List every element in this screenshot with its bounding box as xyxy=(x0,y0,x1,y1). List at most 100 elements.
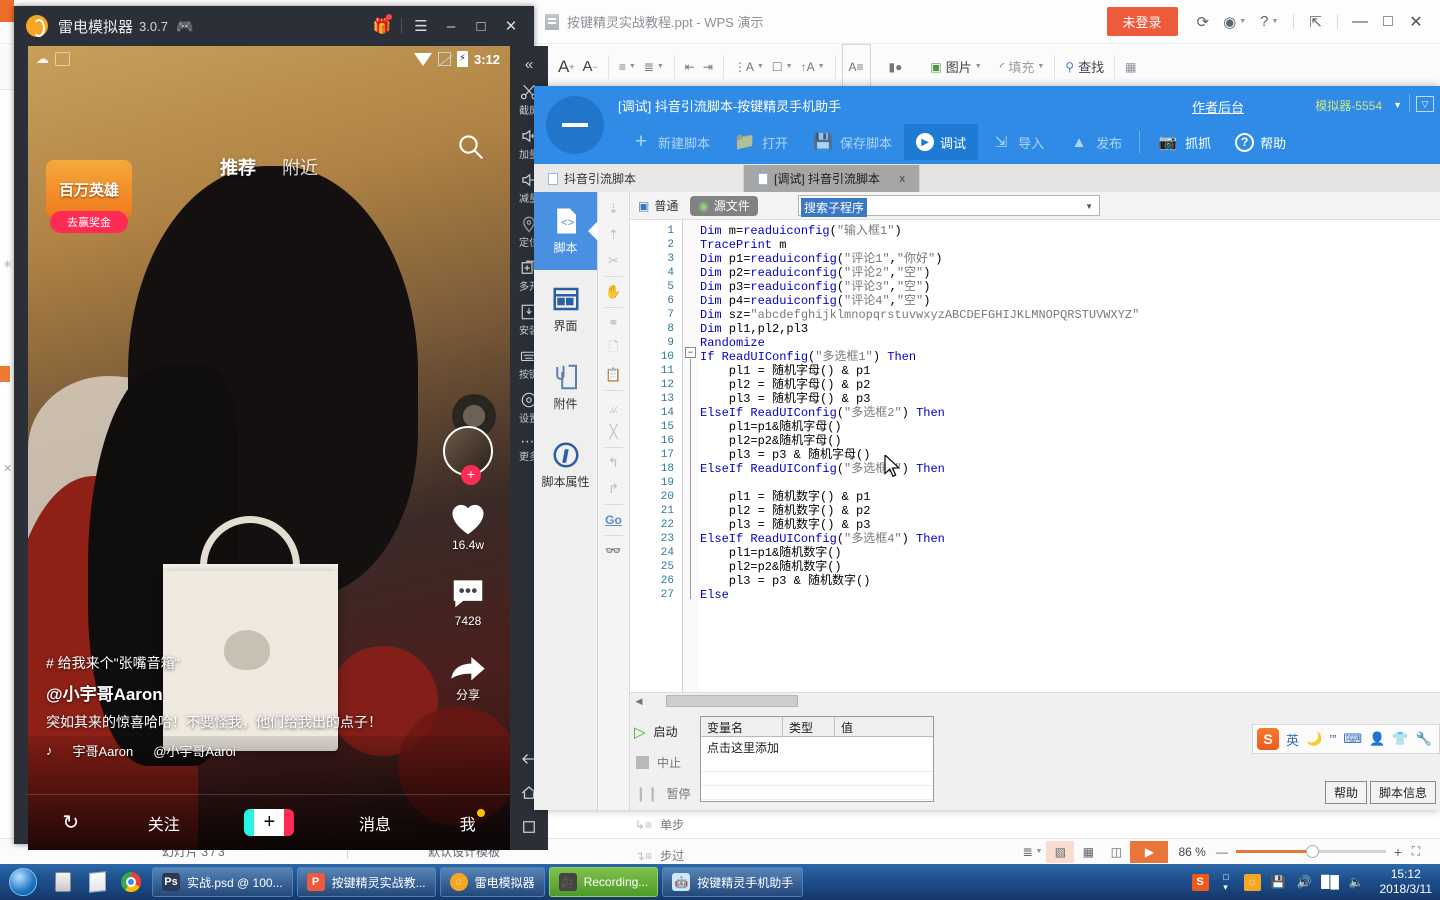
code-line[interactable]: 6 Dim p4=readuiconfig("评论4","空") xyxy=(630,294,1440,308)
chevron-down-icon[interactable]: ▼ xyxy=(1085,202,1093,211)
android-recents-button[interactable] xyxy=(510,812,548,850)
debug-step-into-button[interactable]: ↳≡ 单步 xyxy=(630,809,700,840)
tab-recommend[interactable]: 推荐 xyxy=(220,154,256,180)
shape-fill-button[interactable]: ▮● xyxy=(885,44,907,90)
share-button[interactable]: 分享 xyxy=(448,650,488,703)
zoom-out-button[interactable]: — xyxy=(1216,845,1228,859)
sidebar-item-script-properties[interactable]: i 脚本属性 xyxy=(534,426,597,504)
view-tab-source[interactable]: ◉ 源文件 xyxy=(690,195,758,216)
author-backend-link[interactable]: 作者后台 xyxy=(1192,97,1244,116)
font-grow-button[interactable]: A + xyxy=(554,44,579,90)
zoom-slider-knob[interactable] xyxy=(1305,845,1319,858)
code-line[interactable]: 15 pl1=p1&随机字母() xyxy=(630,420,1440,434)
nav-follow[interactable]: 关注 xyxy=(148,811,180,835)
menu-icon[interactable] xyxy=(546,96,604,154)
uncomment-icon[interactable]: ╳ xyxy=(602,420,626,444)
login-button[interactable]: 未登录 xyxy=(1106,7,1178,36)
minimize-icon[interactable]: – xyxy=(436,6,466,46)
code-line[interactable]: 18 ElseIf ReadUIConfig("多选框3") Then xyxy=(630,462,1440,476)
minimize-button[interactable]: — xyxy=(1346,13,1374,31)
new-script-button[interactable]: + 新建脚本 xyxy=(618,124,722,160)
code-content[interactable]: 1 Dim m=readuiconfig("输入框1") 2 TracePrint m… xyxy=(630,224,1440,602)
scroll-left-arrow[interactable]: ◀ xyxy=(632,695,646,707)
code-line[interactable]: 5 Dim p3=readuiconfig("评论3","空") xyxy=(630,280,1440,294)
network-icon[interactable]: ▉█ xyxy=(1321,874,1339,891)
taskbar-item-wps[interactable]: P 按键精灵实战教... xyxy=(296,867,436,897)
zoom-in-button[interactable]: + xyxy=(1394,844,1402,860)
keyboard-icon[interactable]: ⌨ xyxy=(1343,731,1362,747)
maximize-icon[interactable]: □ xyxy=(466,6,496,46)
code-line[interactable]: 12 pl2 = 随机字母() & p2 xyxy=(630,378,1440,392)
collapse-icon[interactable]: « xyxy=(525,48,533,77)
code-line[interactable]: 8 Dim pl1,pl2,pl3 xyxy=(630,322,1440,336)
sogou-logo-icon[interactable]: S xyxy=(1257,728,1279,750)
tools-icon[interactable]: 🔧 xyxy=(1416,731,1432,747)
ldplayer-tray-icon[interactable]: ◌ xyxy=(1243,873,1261,891)
code-line[interactable]: 9 Randomize xyxy=(630,336,1440,350)
sidebar-item-script[interactable]: <> 脚本 xyxy=(534,192,598,270)
clock[interactable]: 15:12 2018/3/11 xyxy=(1374,867,1433,897)
bind-icon[interactable]: ⚭ xyxy=(602,311,626,335)
taskbar-item-photoshop[interactable]: Ps 实战.psd @ 100... xyxy=(152,867,293,897)
line-spacing-button[interactable]: ⋮A ▼ xyxy=(730,44,768,90)
font-shrink-button[interactable]: A − xyxy=(579,44,602,90)
debug-pause-button[interactable]: ❙❙ 暂停 xyxy=(630,778,700,809)
nav-create-button[interactable]: + xyxy=(244,809,295,836)
start-button[interactable] xyxy=(0,865,46,899)
close-icon[interactable]: ✕ xyxy=(496,6,526,46)
table-row[interactable] xyxy=(701,758,933,772)
nav-messages[interactable]: 消息 xyxy=(359,811,391,835)
phone-screen[interactable]: ☁ ⚡ 3:12 推荐 附近 百万英雄 去赢奖金 + 16.4w 7428 分享… xyxy=(28,46,510,850)
slide-sorter-button[interactable]: ▦ xyxy=(1074,841,1102,863)
binoculars-icon[interactable]: 👓 xyxy=(602,539,626,563)
text-style-button[interactable]: A≡ xyxy=(841,43,871,90)
text-box-button[interactable]: ☐ ▼ xyxy=(768,44,797,90)
music-info[interactable]: ♪ 宇哥Aaron @小宇哥Aaroi xyxy=(46,741,446,760)
follow-plus-icon[interactable]: + xyxy=(461,465,481,485)
normal-view-button[interactable]: ▧ xyxy=(1046,840,1075,863)
code-line[interactable]: 16 pl2=p2&随机字母() xyxy=(630,434,1440,448)
goto-icon[interactable]: Go xyxy=(602,508,626,532)
close-button[interactable]: ✕ xyxy=(1402,12,1430,32)
code-editor[interactable]: 1 Dim m=readuiconfig("输入框1") 2 TracePrint m… xyxy=(630,220,1440,696)
script-info-button[interactable]: 脚本信息 xyxy=(1369,781,1436,804)
bullet-list-button[interactable]: ≡ ▼ xyxy=(615,44,640,90)
avatar[interactable]: + xyxy=(443,426,493,485)
table-row[interactable] xyxy=(701,772,933,786)
copy-icon[interactable]: 🗋 xyxy=(602,337,626,361)
code-line[interactable]: 13 pl3 = 随机字母() & p3 xyxy=(630,392,1440,406)
code-line[interactable]: 25 pl2=p2&随机数字() xyxy=(630,560,1440,574)
arrow-down-icon[interactable]: ⇣ xyxy=(602,197,626,221)
save-script-button[interactable]: 💾 保存脚本 xyxy=(800,124,904,160)
layout-button[interactable]: ▦ xyxy=(1121,44,1140,90)
scrollbar-thumb[interactable] xyxy=(666,695,798,707)
taskbar-item-ldplayer[interactable]: ◌ 雷电模拟器 xyxy=(439,867,545,897)
tab-script-2-debug[interactable]: [调试] 抖音引流脚本 x xyxy=(744,165,920,192)
debug-button[interactable]: ▶ 调试 xyxy=(904,124,979,160)
debug-stop-button[interactable]: 中止 xyxy=(630,747,700,778)
reading-view-button[interactable]: ◫ xyxy=(1102,841,1130,863)
capture-button[interactable]: 📷 抓抓 xyxy=(1145,124,1223,160)
publish-button[interactable]: ▲ 发布 xyxy=(1056,124,1134,160)
hashtag-topic[interactable]: # 给我来个"张嘴音箱" xyxy=(46,653,446,673)
table-row-placeholder[interactable]: 点击这里添加 xyxy=(701,737,933,758)
increase-indent-button[interactable]: ⇥ xyxy=(699,44,717,90)
share-icon[interactable]: ⇱ xyxy=(1309,13,1322,31)
redo-icon[interactable]: ↱ xyxy=(602,477,626,501)
cut-icon[interactable]: ✂ xyxy=(602,249,626,273)
voice-icon[interactable]: ’” xyxy=(1329,732,1336,747)
table-row[interactable] xyxy=(701,786,933,800)
ime-mode-english[interactable]: 英 xyxy=(1286,730,1299,749)
cloud-docs-icon[interactable]: ◉ ▼ xyxy=(1223,13,1246,31)
user-icon[interactable]: 👤 xyxy=(1369,731,1385,747)
tab-nearby[interactable]: 附近 xyxy=(282,154,318,180)
taskbar-item-keymouse[interactable]: 🤖 按键精灵手机助手 xyxy=(662,867,804,897)
code-line[interactable]: 24 pl1=p1&随机数字() xyxy=(630,546,1440,560)
device-selector[interactable]: 模拟器-5554 xyxy=(1315,97,1382,114)
search-icon[interactable] xyxy=(456,132,486,162)
chrome-icon[interactable] xyxy=(114,865,148,899)
slideshow-button[interactable]: ▶ xyxy=(1130,840,1169,863)
code-line[interactable]: 22 pl3 = 随机数字() & p3 xyxy=(630,518,1440,532)
skin-icon[interactable]: 👕 xyxy=(1392,731,1408,747)
debug-start-button[interactable]: ▷ 启动 xyxy=(630,716,700,747)
